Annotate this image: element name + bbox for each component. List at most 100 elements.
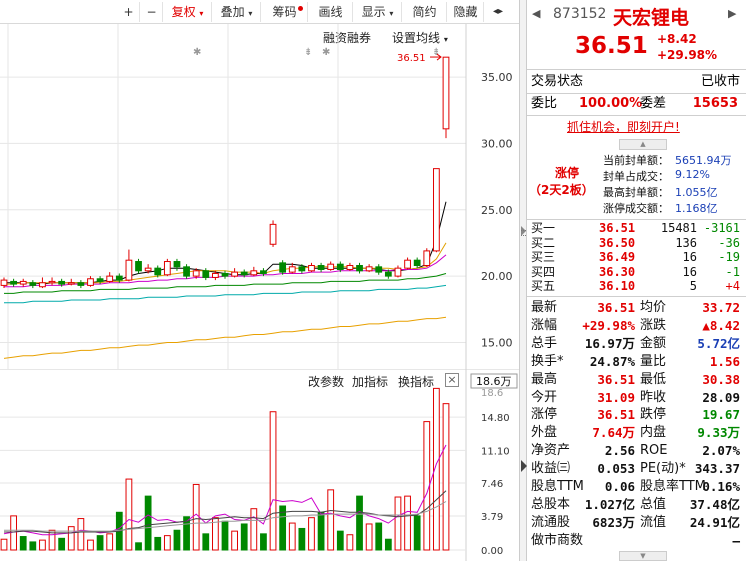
stat-label: 换手* — [531, 353, 564, 369]
volume-bar — [192, 483, 200, 551]
stat-value: 30.38 — [702, 371, 740, 387]
event-marker-icon: ⇟ — [432, 47, 440, 58]
stat-value: 28.09 — [702, 389, 740, 405]
stat-label: 总手 — [531, 335, 558, 351]
stats-row: 今开 31.09 昨收 28.09 — [527, 389, 746, 407]
zoom-in-button[interactable]: + — [118, 2, 140, 22]
chip-label: 筹码 — [272, 5, 297, 19]
volume-bar — [29, 541, 37, 551]
stats-row: 涨幅 +29.98% 涨跌 ▲8.42 — [527, 317, 746, 335]
candlestick — [144, 267, 152, 272]
candlestick — [10, 280, 17, 285]
candlestick — [240, 271, 248, 276]
display-dropdown[interactable]: 显示 ▾ — [354, 2, 402, 22]
candlestick — [173, 261, 181, 268]
stat-label: 涨幅 — [531, 317, 558, 333]
seal-item-value: 9.12% — [675, 168, 710, 181]
latest-price: 36.51 — [575, 33, 648, 59]
candlestick — [154, 267, 162, 276]
candlestick — [433, 168, 440, 252]
bid-price: 36.30 — [599, 264, 636, 279]
candlestick — [106, 275, 114, 282]
open-account-promo-link[interactable]: 抓住机会，即刻开户! — [567, 118, 680, 135]
volume-bar — [269, 411, 277, 551]
display-label: 显示 — [361, 5, 386, 19]
volume-bar — [106, 533, 114, 551]
stat-value: — — [732, 532, 740, 548]
volume-tick-label: 11.10 — [481, 446, 510, 457]
price-tick-label: 35.00 — [481, 71, 513, 84]
volume-bar — [346, 534, 354, 551]
toolbar-scroll-arrows-icon[interactable]: ◂▸ — [484, 2, 512, 22]
stats-row: 净资产 2.56 ROE 2.07% — [527, 442, 746, 460]
bid-label: 买四 — [531, 264, 556, 279]
panel-splitter[interactable] — [519, 0, 527, 561]
stat-label: 总值 — [640, 496, 667, 512]
stock-code: 873152 — [553, 6, 607, 22]
simplified-button[interactable]: 简约 — [403, 2, 447, 22]
stat-label: 流通股 — [531, 514, 571, 530]
stat-value: 16.97万 — [584, 335, 635, 351]
stat-value: 2.07% — [702, 443, 740, 459]
volume-bar — [260, 533, 267, 551]
zoom-out-button[interactable]: − — [141, 2, 163, 22]
stat-value: 33.72 — [702, 300, 740, 315]
hide-button[interactable]: 隐藏 — [448, 2, 484, 22]
candlestick — [327, 263, 335, 270]
price-tick-label: 15.00 — [481, 336, 513, 349]
candlestick — [39, 282, 46, 288]
volume-bar — [154, 536, 162, 551]
volume-bar — [442, 403, 450, 551]
candlestick — [413, 259, 421, 266]
bid-row: 买一 36.51 15481 -3161 — [527, 221, 746, 236]
bid-label: 买二 — [531, 235, 556, 250]
stat-label: 昨收 — [640, 389, 667, 405]
stat-value: 343.37 — [694, 461, 740, 477]
stat-label: 内盘 — [640, 425, 667, 441]
stat-label: PE(动)* — [640, 461, 686, 477]
divider — [527, 219, 746, 220]
collapse-down-icon[interactable]: ▼ — [619, 551, 667, 561]
bid-volume: 5 — [689, 279, 697, 293]
volume-bar — [144, 495, 152, 551]
restore-rights-dropdown[interactable]: 复权 ▾ — [164, 2, 212, 22]
candlestick — [260, 270, 267, 274]
volume-bar — [221, 520, 229, 551]
stock-name: 天宏锂电 — [613, 7, 690, 29]
volume-bar — [125, 478, 133, 551]
candlestick — [384, 271, 392, 277]
stats-row: 最新 36.51 均价 33.72 — [527, 299, 746, 317]
prev-stock-icon[interactable]: ◀ — [532, 7, 540, 20]
chart-panel: + − 复权 ▾ 叠加 ▾ 筹码 画线 显示 ▾ 简约 隐藏 ◂▸ 融资融券 设… — [0, 0, 519, 561]
stat-value: +29.98% — [582, 317, 635, 333]
candlestick — [221, 272, 229, 277]
next-stock-icon[interactable]: ▶ — [728, 7, 736, 20]
volume-bar — [10, 515, 17, 551]
bid-change: -36 — [718, 235, 740, 250]
weibi-label: 委比 — [531, 96, 558, 111]
stat-value: 1.027亿 — [584, 496, 635, 512]
stats-row: 做市商数 — — [527, 532, 746, 550]
stat-value: 24.87% — [589, 353, 635, 369]
stats-row: 流通股 6823万 流值 24.91亿 — [527, 514, 746, 532]
stat-value: 36.51 — [597, 371, 635, 387]
overlay-dropdown[interactable]: 叠加 ▾ — [213, 2, 261, 22]
stat-value: 1.56 — [709, 353, 740, 369]
stat-value: 37.48亿 — [689, 496, 740, 512]
collapse-up-icon[interactable]: ▲ — [619, 139, 667, 150]
draw-line-button[interactable]: 画线 — [309, 2, 353, 22]
candlestick — [336, 263, 344, 270]
volume-bar — [163, 535, 171, 551]
chevron-down-icon: ▾ — [248, 9, 253, 18]
price-tick-label: 25.00 — [481, 204, 513, 217]
quote-panel: ◀ 873152 天宏锂电 ▶ 36.51 +8.42 +29.98% 交易状态… — [527, 0, 746, 561]
stat-value: 9.33万 — [697, 425, 740, 441]
chip-button[interactable]: 筹码 — [262, 2, 308, 22]
volume-bar — [67, 526, 75, 551]
volume-chart[interactable]: 14.80 11.10 7.46 3.79 0.00 18.6万18.6 — [0, 369, 519, 561]
divider — [527, 115, 746, 116]
volume-bar — [39, 539, 46, 551]
price-kline-chart[interactable]: 35.00 30.00 25.00 20.00 15.00 ✱ ⇟ ✱ ⇟ 36.51 — [0, 24, 519, 369]
bid-row: 买三 36.49 16 -19 — [527, 250, 746, 265]
divider — [527, 69, 746, 70]
